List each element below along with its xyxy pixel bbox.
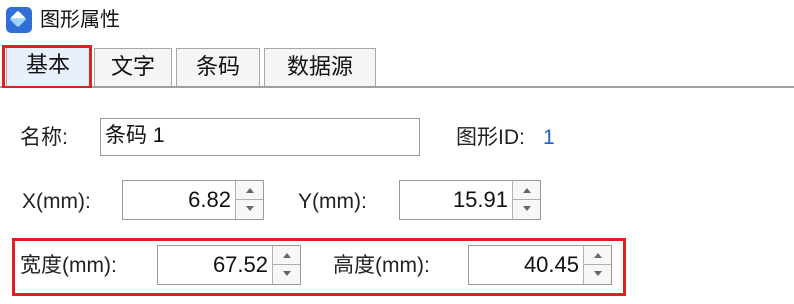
x-decrement-icon[interactable] xyxy=(236,200,263,219)
y-stepper-buttons xyxy=(512,181,540,219)
x-stepper-buttons xyxy=(235,181,263,219)
shape-id-label: 图形ID: xyxy=(456,126,525,149)
width-stepper-buttons xyxy=(272,246,300,284)
width-decrement-icon[interactable] xyxy=(273,265,300,284)
app-diamond-icon xyxy=(6,7,32,33)
height-decrement-icon[interactable] xyxy=(584,265,611,284)
x-increment-icon[interactable] xyxy=(236,181,263,200)
x-stepper[interactable]: 6.82 xyxy=(122,180,264,220)
width-increment-icon[interactable] xyxy=(273,246,300,265)
y-label: Y(mm): xyxy=(298,190,367,213)
height-stepper-buttons xyxy=(583,246,611,284)
y-decrement-icon[interactable] xyxy=(513,200,540,219)
height-label: 高度(mm): xyxy=(333,254,430,277)
tab-highlight-box xyxy=(2,45,92,89)
y-increment-icon[interactable] xyxy=(513,181,540,200)
height-stepper[interactable]: 40.45 xyxy=(468,245,612,285)
tab-data-source[interactable]: 数据源 xyxy=(264,48,376,86)
name-input[interactable]: 条码 1 xyxy=(100,118,420,156)
x-label: X(mm): xyxy=(22,190,91,213)
y-stepper[interactable]: 15.91 xyxy=(399,180,541,220)
tab-text[interactable]: 文字 xyxy=(94,48,172,86)
height-value[interactable]: 40.45 xyxy=(524,246,579,284)
name-label: 名称: xyxy=(20,126,68,149)
window-title: 图形属性 xyxy=(40,9,120,31)
tab-barcode[interactable]: 条码 xyxy=(176,48,260,86)
width-value[interactable]: 67.52 xyxy=(213,246,268,284)
height-increment-icon[interactable] xyxy=(584,246,611,265)
width-stepper[interactable]: 67.52 xyxy=(157,245,301,285)
x-value[interactable]: 6.82 xyxy=(188,181,231,219)
shape-id-value: 1 xyxy=(543,126,555,149)
title-bar: 图形属性 xyxy=(0,0,794,44)
width-label: 宽度(mm): xyxy=(20,254,117,277)
y-value[interactable]: 15.91 xyxy=(453,181,508,219)
